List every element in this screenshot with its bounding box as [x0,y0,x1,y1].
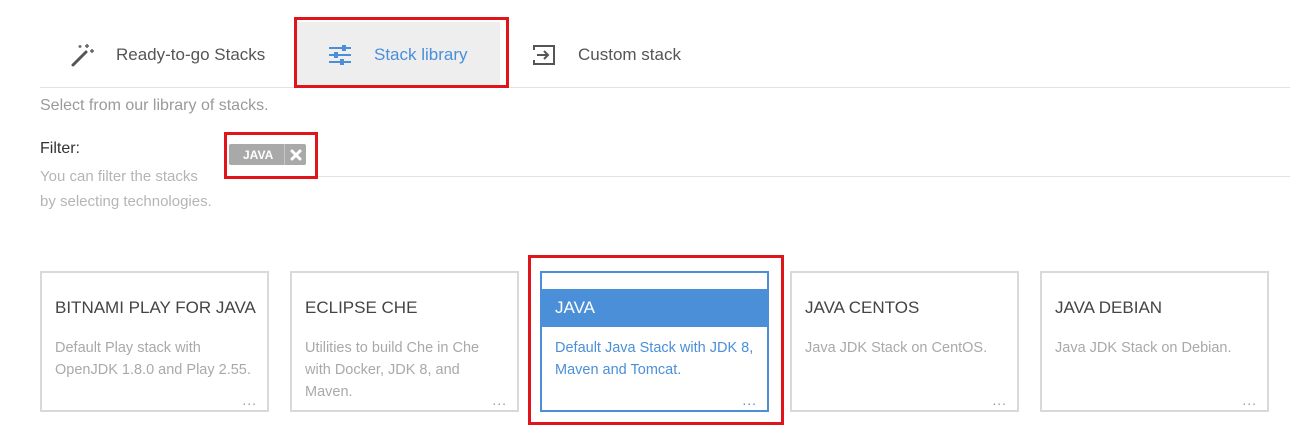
tab-ready-to-go-stacks[interactable]: Ready-to-go Stacks [68,22,265,88]
sliders-icon [326,41,354,69]
tab-ready-to-go-stacks-label: Ready-to-go Stacks [116,45,266,64]
filter-tag-label: JAVA [229,144,285,165]
import-icon [530,41,558,69]
stack-card-selected[interactable]: JAVA Default Java Stack with JDK 8, Mave… [540,271,769,412]
remove-tag-icon[interactable] [284,144,307,165]
stack-card[interactable]: JAVA DEBIAN Java JDK Stack on Debian. ..… [1040,271,1269,412]
tab-stack-library[interactable]: Stack library [296,22,500,88]
tab-stack-library-label: Stack library [374,45,468,64]
stack-card-title: BITNAMI PLAY FOR JAVA [55,298,256,317]
tab-custom-stack-label: Custom stack [578,45,681,64]
filter-label: Filter: [40,140,80,157]
stack-card-description: Default Java Stack with JDK 8, Maven and… [555,340,754,378]
stack-card-description: Utilities to build Che in Che with Docke… [305,340,480,400]
filter-input-underline [232,176,1290,177]
tab-custom-stack[interactable]: Custom stack [530,22,681,88]
stack-card-title: JAVA CENTOS [805,298,920,317]
page-subtitle: Select from our library of stacks. [40,97,269,114]
stack-card[interactable]: ECLIPSE CHE Utilities to build Che in Ch… [290,271,519,412]
stack-card-more-icon[interactable]: ... [492,392,507,408]
stack-card-title: JAVA [542,289,767,327]
magic-wand-icon [68,41,96,69]
filter-help-line: You can filter the stacks [40,168,198,185]
stack-card-more-icon[interactable]: ... [1242,392,1257,408]
stack-card-description: Java JDK Stack on Debian. [1055,340,1232,356]
stack-tabs: Ready-to-go Stacks Stack library Custom … [40,22,1290,88]
stack-card[interactable]: BITNAMI PLAY FOR JAVA Default Play stack… [40,271,269,412]
stack-card[interactable]: JAVA CENTOS Java JDK Stack on CentOS. ..… [790,271,1019,412]
filter-help-text: You can filter the stacks by selecting t… [40,164,240,214]
stack-card-more-icon[interactable]: ... [992,392,1007,408]
stack-card-description: Java JDK Stack on CentOS. [805,340,988,356]
filter-help-line: by selecting technologies. [40,193,212,210]
stack-card-more-icon[interactable]: ... [242,392,257,408]
stack-card-description: Default Play stack with OpenJDK 1.8.0 an… [55,340,251,378]
filter-tag-java: JAVA [229,144,307,165]
stack-card-title: JAVA DEBIAN [1055,298,1163,317]
stack-card-title: ECLIPSE CHE [305,298,418,317]
stack-card-more-icon[interactable]: ... [742,392,757,408]
